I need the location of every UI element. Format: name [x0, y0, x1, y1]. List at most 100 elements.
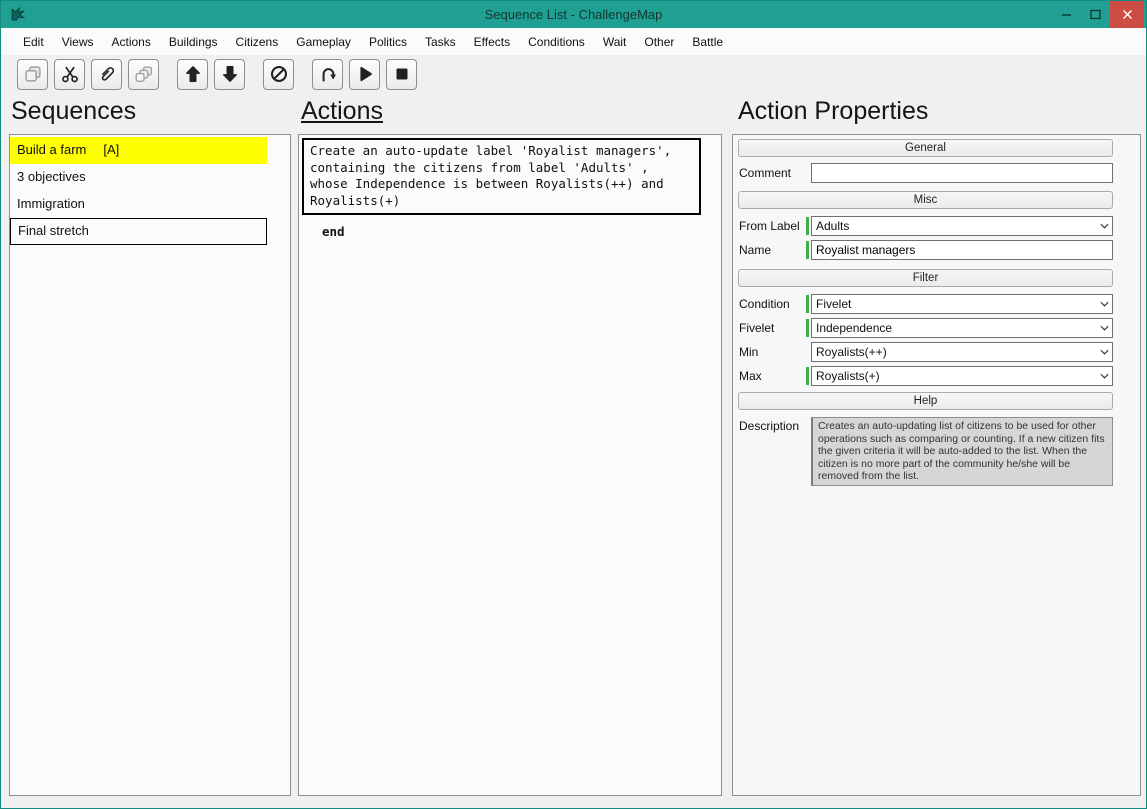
title-bar: Sequence List - ChallengeMap [1, 1, 1146, 28]
chevron-down-icon [1096, 319, 1112, 337]
paste-button[interactable] [91, 58, 122, 90]
modified-indicator [806, 217, 809, 235]
actions-heading: Actions [301, 97, 383, 125]
section-filter[interactable]: Filter [738, 269, 1113, 287]
menu-item-citizens[interactable]: Citizens [227, 30, 288, 54]
close-icon [1122, 10, 1132, 19]
sequence-item-build-a-farm[interactable]: Build a farm [A] [10, 137, 267, 164]
menu-item-conditions[interactable]: Conditions [519, 30, 594, 54]
sequences-list: Build a farm [A] 3 objectives Immigratio… [10, 135, 290, 245]
comment-input[interactable] [811, 163, 1113, 183]
maximize-button[interactable] [1081, 1, 1110, 28]
minimize-button[interactable] [1052, 1, 1081, 28]
duplicate-button[interactable] [128, 58, 159, 90]
close-button[interactable] [1110, 1, 1144, 28]
arrow-down-icon [222, 66, 237, 82]
sequence-item-label: Immigration [17, 196, 85, 211]
fivelet-row: Fivelet Independence [739, 318, 1113, 338]
description-row: Description Creates an auto-updating lis… [739, 417, 1113, 486]
clone-icon [135, 66, 152, 83]
chevron-down-icon [1096, 295, 1112, 313]
condition-value: Fivelet [816, 297, 852, 311]
action-properties-heading: Action Properties [738, 97, 929, 125]
cut-button[interactable] [54, 58, 85, 90]
move-up-button[interactable] [177, 58, 208, 90]
menu-item-actions[interactable]: Actions [102, 30, 159, 54]
menu-item-wait[interactable]: Wait [594, 30, 636, 54]
sequence-item-immigration[interactable]: Immigration [10, 191, 267, 218]
menu-item-politics[interactable]: Politics [360, 30, 416, 54]
end-marker[interactable]: end [322, 224, 721, 239]
name-input[interactable] [811, 240, 1113, 260]
max-row: Max Royalists(+) [739, 366, 1113, 386]
menu-item-other[interactable]: Other [635, 30, 683, 54]
condition-row: Condition Fivelet [739, 294, 1113, 314]
play-icon [359, 66, 372, 82]
sequence-item-badge: [A] [103, 142, 120, 157]
modified-indicator [806, 319, 809, 337]
max-value: Royalists(+) [816, 369, 880, 383]
from-label-value: Adults [816, 219, 850, 233]
sequences-heading: Sequences [11, 97, 137, 125]
maximize-icon [1090, 9, 1101, 20]
comment-label: Comment [739, 166, 792, 180]
arrow-up-icon [185, 66, 200, 82]
menu-item-buildings[interactable]: Buildings [160, 30, 227, 54]
window-controls [1052, 1, 1144, 28]
comment-row: Comment [739, 163, 1113, 183]
condition-select[interactable]: Fivelet [811, 294, 1113, 314]
selected-action-item[interactable]: Create an auto-update label 'Royalist ma… [302, 138, 701, 215]
fivelet-value: Independence [816, 321, 893, 335]
max-select[interactable]: Royalists(+) [811, 366, 1113, 386]
sequence-item-label: Final stretch [18, 223, 89, 238]
condition-label: Condition [739, 297, 790, 311]
menu-item-tasks[interactable]: Tasks [416, 30, 465, 54]
disable-button[interactable] [263, 58, 294, 90]
minimize-icon [1062, 14, 1071, 16]
stop-icon [396, 68, 407, 80]
actions-panel: Create an auto-update label 'Royalist ma… [298, 134, 722, 796]
copy-icon [24, 66, 41, 82]
menu-item-effects[interactable]: Effects [465, 30, 519, 54]
min-label: Min [739, 345, 759, 359]
sequence-item-label: Build a farm [17, 142, 87, 157]
fivelet-select[interactable]: Independence [811, 318, 1113, 338]
menu-item-views[interactable]: Views [53, 30, 103, 54]
menu-item-battle[interactable]: Battle [683, 30, 732, 54]
stop-button[interactable] [386, 58, 417, 90]
copy-button[interactable] [17, 58, 48, 90]
sequence-item-final-stretch[interactable]: Final stretch [10, 218, 267, 245]
undo-icon [322, 68, 336, 82]
modified-indicator [806, 367, 809, 385]
move-down-button[interactable] [214, 58, 245, 90]
menu-item-gameplay[interactable]: Gameplay [287, 30, 360, 54]
app-window: Sequence List - ChallengeMap Edit Views … [0, 0, 1147, 809]
chevron-down-icon [1096, 367, 1112, 385]
chevron-down-icon [1096, 217, 1112, 235]
description-label: Description [739, 419, 800, 433]
menu-item-edit[interactable]: Edit [14, 30, 53, 54]
chevron-down-icon [1096, 343, 1112, 361]
undo-button[interactable] [312, 58, 343, 90]
no-entry-icon [270, 65, 287, 83]
fivelet-label: Fivelet [739, 321, 775, 335]
description-text: Creates an auto-updating list of citizen… [811, 417, 1113, 486]
paperclip-icon [101, 67, 114, 81]
section-misc[interactable]: Misc [738, 191, 1113, 209]
min-select[interactable]: Royalists(++) [811, 342, 1113, 362]
sequence-item-3-objectives[interactable]: 3 objectives [10, 164, 267, 191]
section-help[interactable]: Help [738, 392, 1113, 410]
min-row: Min Royalists(++) [739, 342, 1113, 362]
section-general[interactable]: General [738, 139, 1113, 157]
modified-indicator [806, 295, 809, 313]
from-label-label: From Label [739, 219, 800, 233]
name-row: Name [739, 240, 1113, 260]
action-properties-panel: General Comment Misc From Label Adults N… [732, 134, 1141, 796]
name-label: Name [739, 243, 772, 257]
from-label-select[interactable]: Adults [811, 216, 1113, 236]
menu-bar: Edit Views Actions Buildings Citizens Ga… [1, 28, 1146, 55]
scissors-icon [61, 66, 78, 83]
max-label: Max [739, 369, 762, 383]
min-value: Royalists(++) [816, 345, 887, 359]
run-button[interactable] [349, 58, 380, 90]
